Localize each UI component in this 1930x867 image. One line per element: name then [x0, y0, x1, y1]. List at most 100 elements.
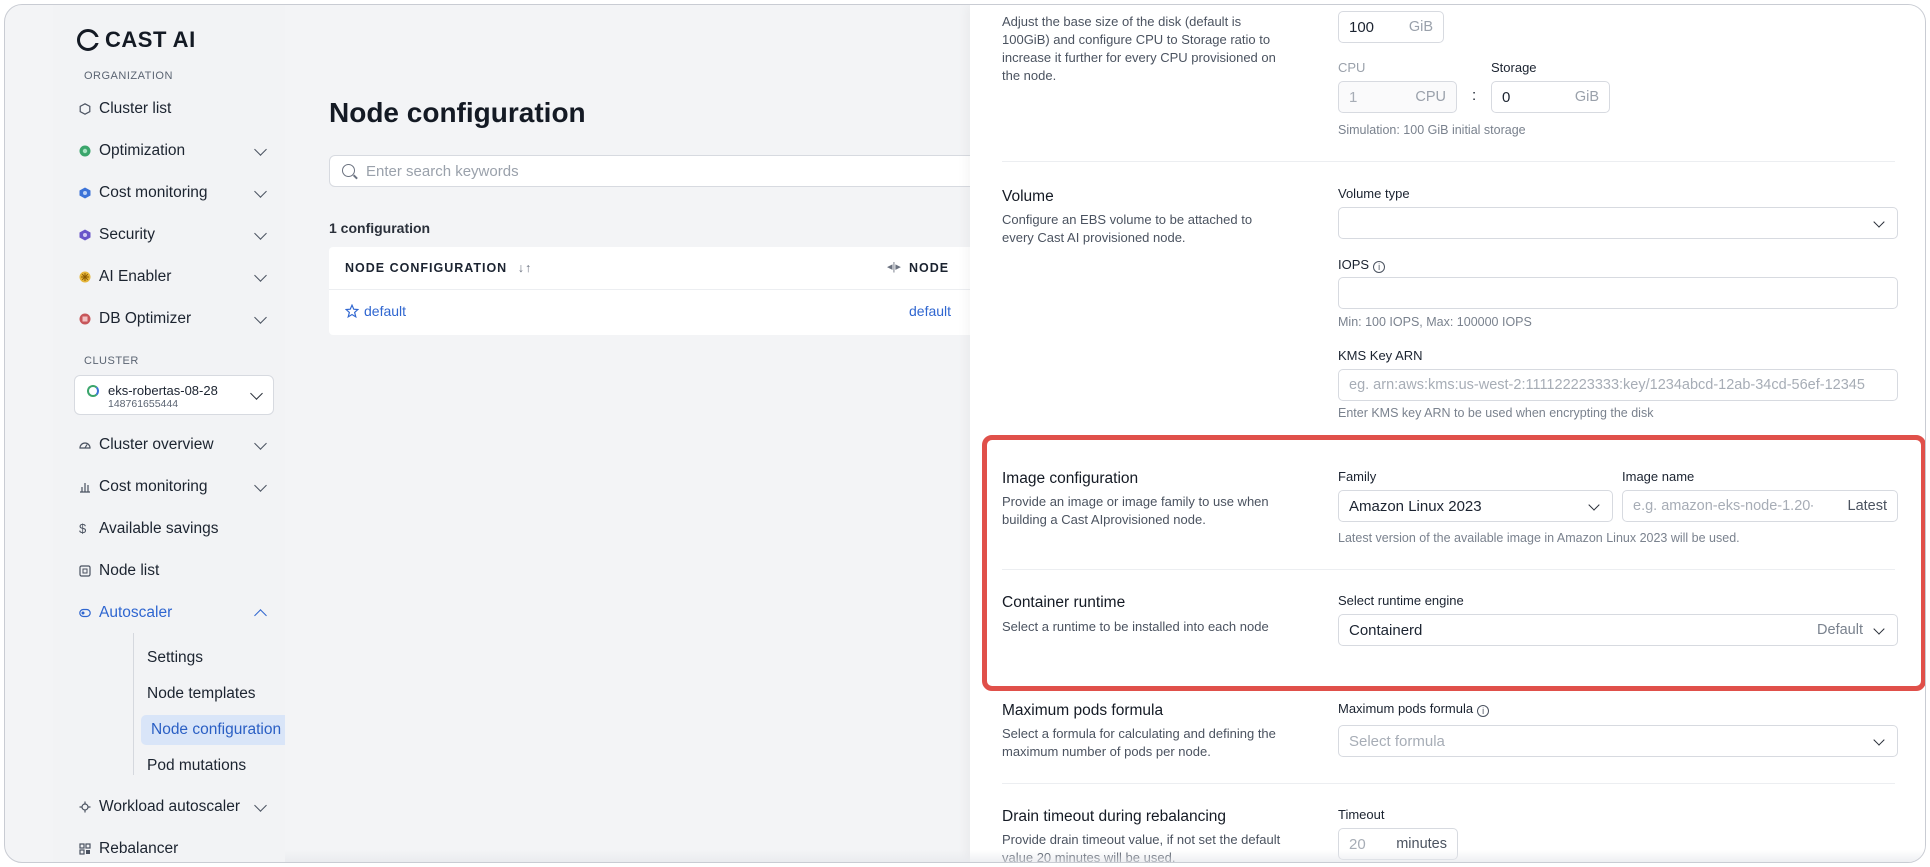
cast-ai-logo-icon — [77, 29, 100, 51]
bottom-fade — [285, 850, 1925, 862]
kms-key-input[interactable]: eg. arn:aws:kms:us-west-2:111122223333:k… — [1338, 369, 1898, 401]
workload-autoscaler-icon — [79, 801, 91, 813]
chevron-up-icon — [254, 609, 267, 622]
page-title: Node configuration — [329, 97, 586, 128]
sidebar-item-label: Cluster overview — [99, 436, 214, 453]
section-divider — [1002, 783, 1895, 784]
sidebar-item-label: Optimization — [99, 142, 186, 159]
cpu-ratio-value: 1 — [1349, 89, 1358, 106]
autoscaler-icon — [79, 608, 91, 618]
chevron-down-icon — [254, 799, 267, 812]
sort-icon[interactable]: ↓↑ — [518, 261, 533, 275]
sidebar-item-available-savings[interactable]: $ Available savings — [73, 513, 273, 545]
search-icon — [342, 164, 355, 177]
chevron-down-icon — [1873, 216, 1885, 228]
sidebar-item-label: DB Optimizer — [99, 310, 192, 327]
sidebar-item-security[interactable]: Security — [73, 219, 273, 251]
sidebar-item-autoscaler[interactable]: Autoscaler — [73, 597, 273, 629]
sidebar: CAST AI ORGANIZATION Cluster list Optimi… — [53, 5, 322, 862]
cpu-label: CPU — [1338, 60, 1366, 75]
volume-title: Volume — [1002, 188, 1054, 205]
cpu-ratio-unit: CPU — [1415, 89, 1446, 105]
gauge-icon — [79, 442, 91, 449]
sidebar-item-cluster-overview[interactable]: Cluster overview — [73, 429, 273, 461]
base-disk-size-value: 100 — [1349, 19, 1375, 36]
column-header-node-configuration[interactable]: NODE CONFIGURATION ↓↑ — [345, 261, 532, 275]
storage-label: Storage — [1491, 60, 1537, 75]
storage-ratio-input[interactable]: 0 GiB — [1491, 81, 1610, 113]
dollar-icon: $ — [79, 521, 87, 536]
submenu-guide-line — [133, 633, 134, 775]
app-window: CAST AI ORGANIZATION Cluster list Optimi… — [4, 4, 1926, 863]
sidebar-item-label: AI Enabler — [99, 268, 172, 285]
sidebar-item-rebalancer[interactable]: Rebalancer — [73, 833, 273, 862]
chevron-down-icon — [254, 479, 267, 492]
section-divider — [1002, 161, 1895, 162]
table-row-name[interactable]: default — [345, 303, 406, 319]
volume-type-label: Volume type — [1338, 186, 1410, 201]
max-pods-title: Maximum pods formula — [1002, 702, 1164, 719]
base-disk-size-input[interactable]: 100 GiB — [1338, 11, 1444, 43]
sidebar-item-label: Workload autoscaler — [99, 798, 241, 815]
sidebar-item-cluster-cost-monitoring[interactable]: Cost monitoring — [73, 471, 273, 503]
chevron-down-icon — [254, 185, 267, 198]
cluster-status-icon — [87, 385, 99, 397]
sidebar-item-label: Cost monitoring — [99, 478, 208, 495]
cluster-name: eks-robertas-08-28 — [108, 383, 218, 398]
column-resize-icon[interactable]: ◂|▸ — [887, 260, 901, 273]
sidebar-item-cluster-list[interactable]: Cluster list — [73, 93, 273, 125]
disk-description: Adjust the base size of the disk (defaul… — [1002, 14, 1276, 83]
sidebar-item-workload-autoscaler[interactable]: Workload autoscaler — [73, 791, 273, 823]
cast-ai-logo[interactable]: CAST AI — [77, 27, 196, 53]
sidebar-item-cost-monitoring[interactable]: Cost monitoring — [73, 177, 273, 209]
sidebar-item-node-list[interactable]: Node list — [73, 555, 273, 587]
sidebar-item-ai-enabler[interactable]: AI Enabler — [73, 261, 273, 293]
table-row-node-link[interactable]: default — [909, 303, 951, 319]
node-icon — [79, 565, 91, 577]
sidebar-item-optimization[interactable]: Optimization — [73, 135, 273, 167]
base-disk-size-unit: GiB — [1408, 19, 1433, 35]
security-shield-icon — [79, 229, 91, 241]
iops-hint: Min: 100 IOPS, Max: 100000 IOPS — [1338, 315, 1532, 329]
rebalancer-icon — [79, 843, 91, 855]
storage-ratio-value: 0 — [1502, 89, 1511, 106]
chevron-down-icon — [250, 387, 263, 400]
cluster-selector[interactable]: eks-robertas-08-28 148761655444 — [74, 375, 274, 415]
highlight-annotation-box — [982, 435, 1925, 691]
search-box[interactable] — [329, 155, 1009, 187]
sidebar-item-label: Security — [99, 226, 155, 243]
organization-label: ORGANIZATION — [84, 70, 173, 82]
chevron-down-icon — [254, 227, 267, 240]
sidebar-item-db-optimizer[interactable]: DB Optimizer — [73, 303, 273, 335]
column-header-label: NODE CONFIGURATION — [345, 261, 508, 275]
sidebar-item-label: Node list — [99, 562, 160, 579]
row-name-link[interactable]: default — [364, 303, 406, 319]
chevron-down-icon — [254, 311, 267, 324]
max-pods-formula-select[interactable]: Select formula — [1338, 725, 1898, 757]
max-pods-label: Maximum pods formula i — [1338, 701, 1490, 717]
max-pods-label-text: Maximum pods formula — [1338, 701, 1474, 716]
iops-input[interactable] — [1338, 277, 1898, 309]
chevron-down-icon — [1873, 734, 1885, 746]
sidebar-item-label: Available savings — [99, 520, 219, 537]
star-icon[interactable] — [345, 304, 359, 318]
volume-type-select[interactable] — [1338, 207, 1898, 239]
max-pods-formula-placeholder: Select formula — [1349, 733, 1445, 750]
sidebar-item-label: Rebalancer — [99, 840, 179, 857]
chevron-down-icon — [254, 269, 267, 282]
ai-enabler-icon — [79, 271, 91, 283]
optimization-icon — [79, 145, 91, 157]
node-configuration-drawer: Adjust the base size of the disk (defaul… — [970, 5, 1925, 862]
timeout-label: Timeout — [1338, 807, 1385, 822]
info-icon[interactable]: i — [1373, 261, 1386, 273]
volume-description: Configure an EBS volume to be attached t… — [1002, 212, 1253, 245]
sidebar-item-label: Autoscaler — [99, 604, 173, 621]
sidebar-item-label: Cluster list — [99, 100, 172, 117]
storage-ratio-unit: GiB — [1574, 89, 1599, 105]
column-header-node[interactable]: NODE — [909, 261, 949, 275]
cluster-id: 148761655444 — [108, 398, 179, 410]
sidebar-item-label: Cost monitoring — [99, 184, 208, 201]
info-icon[interactable]: i — [1477, 705, 1490, 717]
chevron-down-icon — [254, 143, 267, 156]
search-input[interactable] — [366, 160, 966, 182]
